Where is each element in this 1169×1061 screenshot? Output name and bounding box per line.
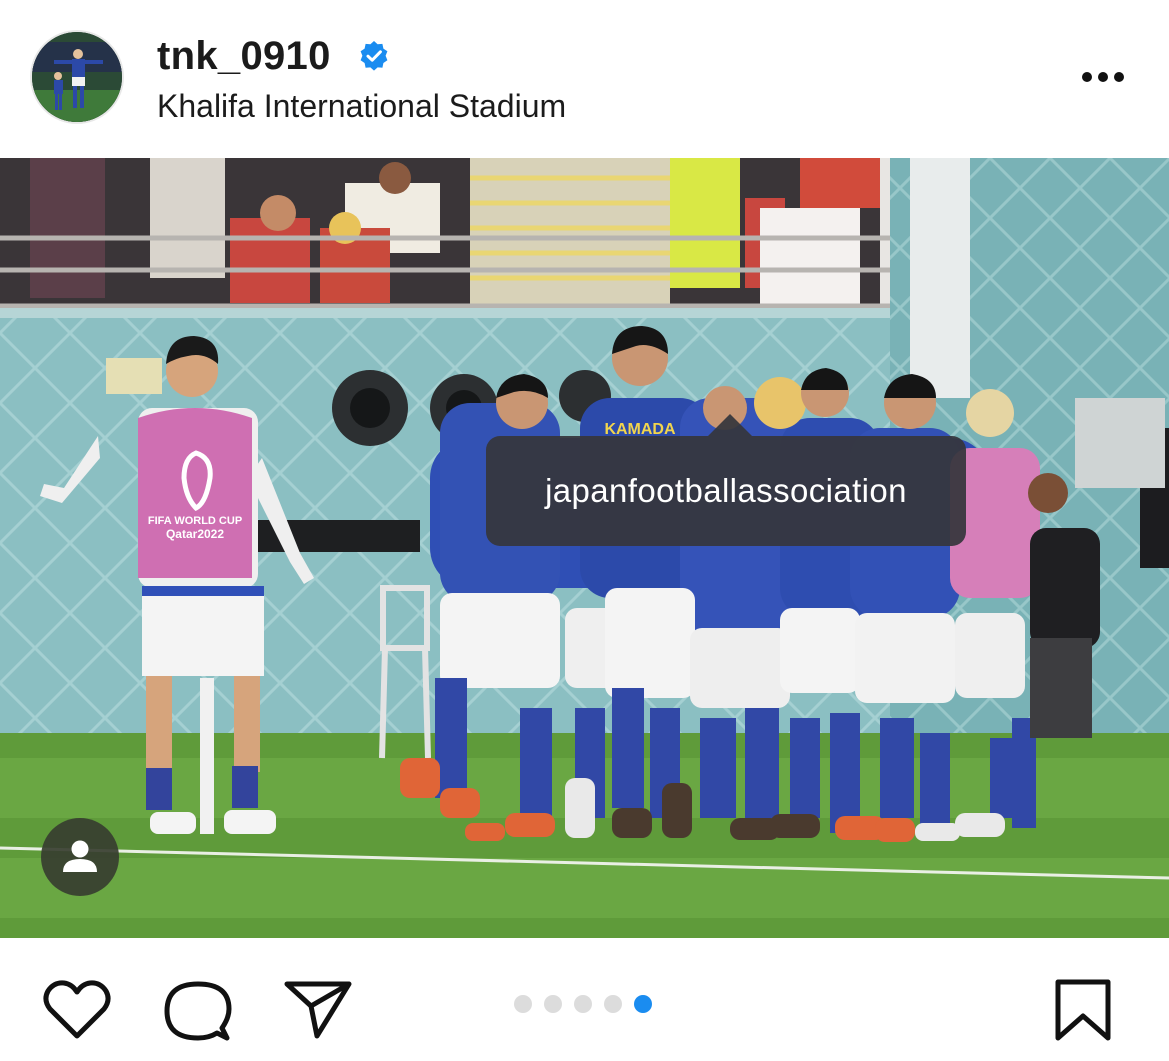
avatar-image [32, 32, 122, 122]
photo-scene: FIFA WORLD CUP Qatar2022 KAMADA [0, 158, 1169, 938]
username[interactable]: tnk_0910 [157, 34, 331, 78]
user-tag-tooltip[interactable]: japanfootballassociation [486, 436, 966, 546]
carousel-dot-5-active[interactable] [634, 995, 652, 1013]
heart-icon[interactable] [40, 978, 114, 1042]
tagged-people-button[interactable] [41, 818, 119, 896]
post-photo[interactable]: FIFA WORLD CUP Qatar2022 KAMADA japanfoo… [0, 158, 1169, 938]
carousel-dot-1[interactable] [514, 995, 532, 1013]
verified-badge-icon [360, 41, 388, 71]
post-action-bar [0, 938, 1169, 1061]
comment-bubble-icon[interactable] [163, 978, 233, 1044]
profile-avatar[interactable] [30, 30, 124, 124]
more-horizontal-icon[interactable] [1080, 70, 1126, 84]
post-header: tnk_0910 Khalifa International Stadium [0, 0, 1169, 158]
tag-tooltip-arrow [708, 414, 752, 436]
svg-text:FIFA WORLD CUP: FIFA WORLD CUP [148, 515, 242, 527]
bookmark-icon[interactable] [1052, 978, 1114, 1042]
post-location[interactable]: Khalifa International Stadium [157, 88, 566, 124]
carousel-dot-3[interactable] [574, 995, 592, 1013]
carousel-dot-4[interactable] [604, 995, 622, 1013]
person-icon [63, 840, 97, 872]
svg-text:Qatar2022: Qatar2022 [166, 527, 224, 541]
carousel-dot-2[interactable] [544, 995, 562, 1013]
send-paper-plane-icon[interactable] [283, 978, 353, 1040]
